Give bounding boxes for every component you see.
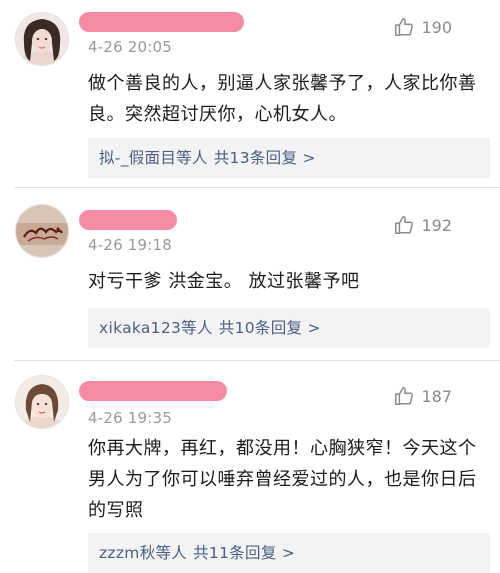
like-count: 187	[421, 386, 452, 406]
reply-users: 拟-_假面目等人	[99, 149, 208, 167]
reply-count: 共13条回复 >	[213, 149, 316, 167]
reply-users: zzzm秋等人	[99, 544, 188, 562]
avatar[interactable]	[15, 204, 69, 258]
like-count: 190	[421, 17, 452, 37]
like-button[interactable]: 192	[393, 214, 452, 236]
comment-time: 4-26 20:05	[88, 38, 173, 56]
username-redaction[interactable]	[79, 381, 227, 401]
comment-item: 4-26 20:05 190 做个善良的人，别逼人家张馨予了，人家比你善良。突然…	[0, 0, 500, 188]
like-button[interactable]: 190	[393, 16, 452, 38]
comment-time: 4-26 19:18	[88, 236, 173, 254]
reply-users: xikaka123等人	[99, 319, 213, 337]
comment-text: 对亏干爹 洪金宝。 放过张馨予吧	[88, 271, 360, 292]
comment-text: 做个善良的人，别逼人家张馨予了，人家比你善良。突然超讨厌你，心机女人。	[88, 73, 477, 125]
like-count: 192	[421, 215, 452, 235]
comment-text: 你再大牌，再红，都没用！心胸狭窄！今天这个男人为了你可以唾弃曾经爱过的人，也是你…	[88, 438, 477, 521]
username-redaction[interactable]	[79, 12, 244, 32]
reply-count: 共11条回复 >	[193, 544, 296, 562]
comment-item: 4-26 19:18 192 对亏干爹 洪金宝。 放过张馨予吧 xikaka12…	[0, 188, 500, 361]
replies-link[interactable]: zzzm秋等人 共11条回复 >	[88, 533, 490, 573]
comment-list: 4-26 20:05 190 做个善良的人，别逼人家张馨予了，人家比你善良。突然…	[0, 0, 500, 573]
comment-time: 4-26 19:35	[88, 409, 173, 427]
avatar[interactable]	[15, 375, 69, 429]
thumbs-up-icon	[393, 214, 415, 236]
replies-link[interactable]: xikaka123等人 共10条回复 >	[88, 308, 490, 348]
username-redaction[interactable]	[79, 210, 177, 230]
thumbs-up-icon	[393, 385, 415, 407]
thumbs-up-icon	[393, 16, 415, 38]
like-button[interactable]: 187	[393, 385, 452, 407]
comment-item: 4-26 19:35 187 你再大牌，再红，都没用！心胸狭窄！今天这个男人为了…	[0, 361, 500, 573]
avatar[interactable]	[15, 12, 69, 66]
replies-link[interactable]: 拟-_假面目等人 共13条回复 >	[88, 138, 490, 178]
reply-count: 共10条回复 >	[218, 319, 321, 337]
